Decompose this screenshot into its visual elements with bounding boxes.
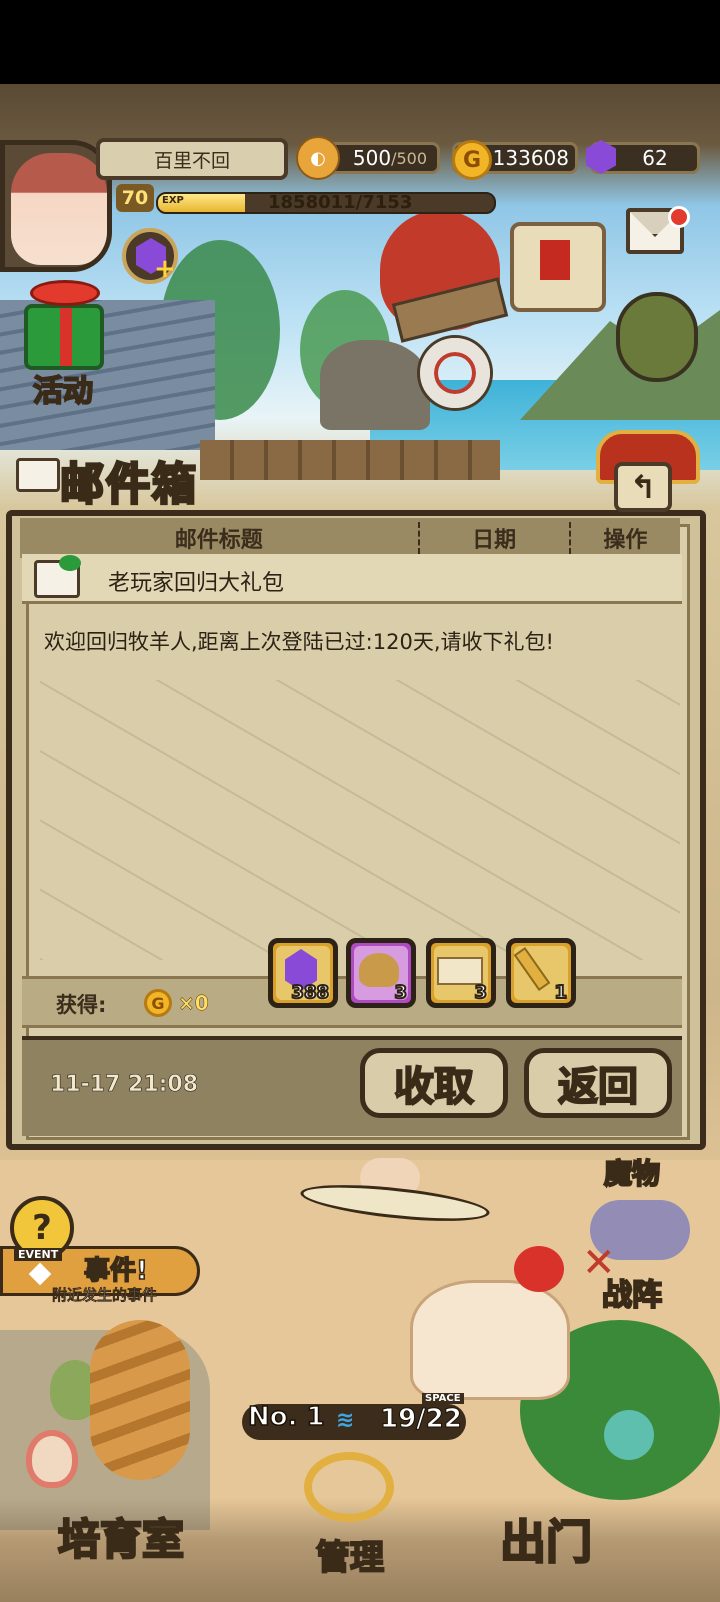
formation-label: 战阵 bbox=[601, 1277, 663, 1314]
player-level: 70 bbox=[116, 184, 154, 212]
nav-manage[interactable]: 管理 bbox=[315, 1530, 385, 1579]
gift-icon bbox=[24, 304, 104, 370]
gift-bow bbox=[30, 280, 100, 306]
lifebuoy-decoration bbox=[420, 338, 490, 408]
gem-value: 62 bbox=[642, 146, 668, 170]
space-tag: SPACE bbox=[422, 1393, 464, 1404]
column-date: 日期 bbox=[417, 522, 569, 554]
egg-icon bbox=[26, 1430, 78, 1488]
farm-number: No. 1 bbox=[247, 1401, 325, 1433]
collect-button[interactable]: 收取 bbox=[360, 1048, 508, 1118]
gift-ribbon bbox=[60, 308, 72, 366]
raccoon-tail-decoration bbox=[90, 1320, 190, 1480]
exp-bar: EXP 1858011/7153 bbox=[156, 192, 496, 214]
activity-label: 活动 bbox=[32, 373, 94, 410]
mail-subject: 老玩家回归大礼包 bbox=[108, 571, 285, 596]
water-wave-icon: ≋ bbox=[336, 1408, 355, 1433]
exp-value: 1858011/7153 bbox=[268, 192, 413, 213]
activity-button[interactable]: 活动 bbox=[8, 280, 118, 410]
cherry-decoration bbox=[514, 1246, 564, 1292]
portal-swirl-icon bbox=[604, 1410, 654, 1460]
reward-label: 获得: bbox=[56, 993, 107, 1017]
event-subtitle: 附近发生的事件 bbox=[51, 1286, 158, 1305]
key-ring-icon bbox=[304, 1452, 394, 1522]
mail-timestamp: 11-17 21:08 bbox=[50, 1072, 199, 1098]
add-gems-button[interactable]: + bbox=[122, 228, 178, 284]
monster-label[interactable]: 魔物 bbox=[603, 1152, 661, 1192]
reward-item-gem[interactable]: 388 bbox=[268, 938, 338, 1008]
column-action: 操作 bbox=[568, 522, 680, 554]
item-count: 388 bbox=[290, 981, 330, 1004]
gift-mail-icon bbox=[34, 555, 81, 598]
avatar-icon bbox=[11, 153, 107, 265]
bread-icon bbox=[359, 953, 399, 987]
mailbox-title-text: 邮件箱 bbox=[59, 458, 198, 512]
item-count: 1 bbox=[554, 981, 568, 1004]
back-arrow-button[interactable]: ↰ bbox=[614, 462, 672, 512]
reward-gold-count: ×0 bbox=[178, 991, 209, 1016]
event-tag: EVENT bbox=[14, 1248, 63, 1261]
reward-item-ticket[interactable]: 3 bbox=[426, 938, 496, 1008]
formation-button[interactable]: ✕ 战阵 bbox=[576, 1200, 716, 1320]
bread-current: 500 bbox=[352, 146, 392, 170]
player-name: 百里不回 bbox=[96, 138, 288, 180]
column-title: 邮件标题 bbox=[174, 528, 263, 553]
ticket-icon bbox=[437, 957, 483, 985]
farm-capacity: 19/22 bbox=[380, 1404, 463, 1435]
mail-column-header: 邮件标题 日期 操作 bbox=[20, 518, 680, 558]
mail-body: 欢迎回归牧羊人,距离上次登陆已过:120天,请收下礼包! bbox=[44, 630, 554, 654]
manage-keys-icon bbox=[294, 1452, 414, 1532]
item-count: 3 bbox=[394, 981, 408, 1004]
pudding-monster[interactable] bbox=[410, 1280, 570, 1400]
bread-icon: ◐ bbox=[296, 136, 340, 180]
reward-item-key[interactable]: 1 bbox=[506, 938, 576, 1008]
event-title: 事件! bbox=[83, 1255, 148, 1287]
quest-scroll-button[interactable] bbox=[510, 222, 606, 312]
notification-dot bbox=[668, 206, 690, 228]
nav-go-out[interactable]: 出门 bbox=[499, 1506, 594, 1572]
wooden-deck-decoration bbox=[200, 440, 500, 480]
nav-hatchery[interactable]: 培育室 bbox=[57, 1506, 186, 1567]
rock-decoration bbox=[320, 340, 430, 430]
return-button[interactable]: 返回 bbox=[524, 1048, 672, 1118]
plus-icon: + bbox=[154, 254, 176, 284]
reward-item-bread[interactable]: 3 bbox=[346, 938, 416, 1008]
top-black-bar bbox=[0, 0, 720, 84]
item-count: 3 bbox=[474, 981, 488, 1004]
gift-bow-icon bbox=[59, 555, 81, 571]
bread-max: /500 bbox=[391, 148, 427, 168]
gold-coin-icon: G bbox=[144, 989, 172, 1017]
mailbox-title: 邮件箱 bbox=[12, 448, 227, 518]
event-button[interactable]: ? EVENT 事件! 附近发生的事件 bbox=[0, 1196, 210, 1316]
gold-value: 1133608 bbox=[479, 146, 569, 170]
envelope-icon bbox=[16, 458, 60, 492]
scroll-icon bbox=[540, 240, 570, 280]
exp-label: EXP bbox=[162, 195, 184, 206]
gold-coin-icon: G bbox=[452, 140, 492, 180]
bag-button[interactable] bbox=[616, 292, 698, 382]
mail-list-item[interactable]: 老玩家回归大礼包 bbox=[22, 554, 682, 604]
map-watermark bbox=[40, 680, 680, 960]
